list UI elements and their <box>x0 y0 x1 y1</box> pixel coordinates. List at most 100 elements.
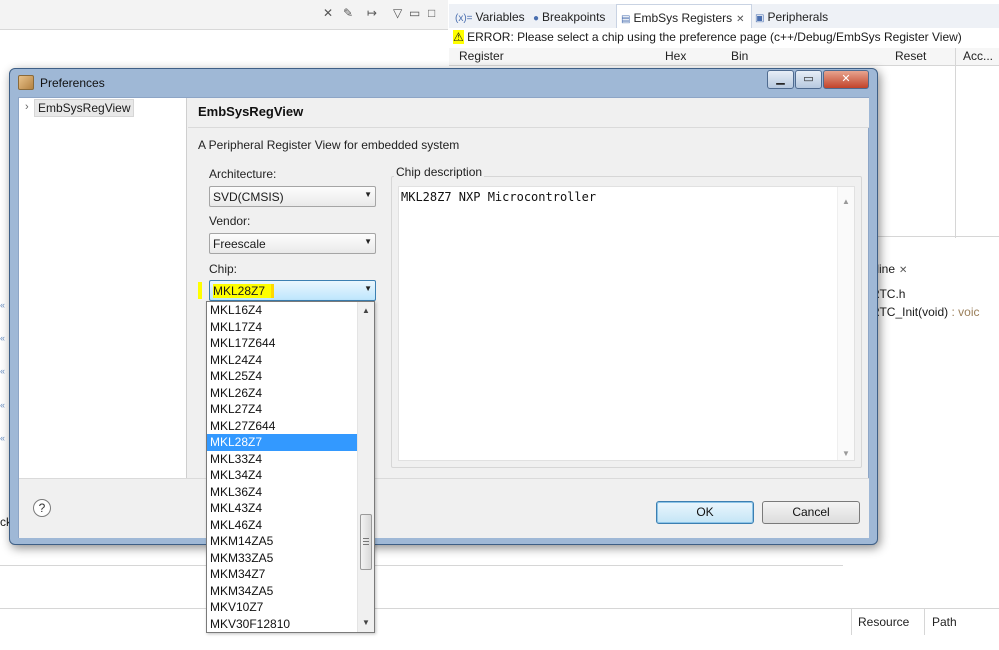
column-reset[interactable]: Reset <box>895 49 926 63</box>
chip-option[interactable]: MKV10Z7 <box>207 599 358 616</box>
close-button[interactable]: ✕ <box>823 70 869 89</box>
error-text: ERROR: Please select a chip using the pr… <box>467 30 962 44</box>
help-icon: ? <box>38 501 46 515</box>
chip-description-text-area[interactable]: MKL28Z7 NXP Microcontroller ▲ ▼ <box>398 186 855 461</box>
panel-divider <box>0 565 843 566</box>
scroll-up-icon[interactable]: ▲ <box>842 197 850 206</box>
breakpoints-icon: ● <box>533 13 540 24</box>
tab-variables[interactable]: (x)= Variables <box>451 4 531 30</box>
scroll-up-icon[interactable]: ▲ <box>362 306 370 315</box>
chip-option[interactable]: MKL27Z644 <box>207 418 358 435</box>
chip-option[interactable]: MKV30F12810 <box>207 616 358 633</box>
chip-option[interactable]: MKM33ZA5 <box>207 550 358 567</box>
architecture-select[interactable]: SVD(CMSIS) ▼ <box>209 186 376 207</box>
error-icon: ⚠ <box>453 30 464 44</box>
close-icon[interactable]: ✕ <box>899 265 907 276</box>
minimize-button[interactable]: ▁ <box>767 70 794 89</box>
collapse-icon[interactable]: ✕ <box>323 6 333 20</box>
column-path[interactable]: Path <box>932 615 957 629</box>
column-divider <box>924 609 925 635</box>
chip-option[interactable]: MKL17Z644 <box>207 335 358 352</box>
chip-description-text: MKL28Z7 NXP Microcontroller <box>401 190 597 204</box>
column-access[interactable]: Acc... <box>963 49 993 63</box>
chip-option[interactable]: MKL26Z4 <box>207 385 358 402</box>
dropdown-scrollbar[interactable]: ▲ ▼ <box>357 302 374 632</box>
grip-line <box>363 541 369 542</box>
dialog-title: Preferences <box>40 76 105 90</box>
cancel-button[interactable]: Cancel <box>762 501 860 524</box>
chip-option[interactable]: MKM14ZA5 <box>207 533 358 550</box>
chip-dropdown-list: MKL16Z4 MKL17Z4 MKL17Z644 MKL24Z4 MKL25Z4 MKL… <box>206 301 375 633</box>
column-divider <box>851 609 852 635</box>
chevron-down-icon: ▼ <box>364 237 372 246</box>
maximize-icon[interactable]: □ <box>428 6 435 20</box>
chip-option[interactable]: MKL27Z4 <box>207 401 358 418</box>
chip-option[interactable]: MKL34Z4 <box>207 467 358 484</box>
chip-option[interactable]: MKL46Z4 <box>207 517 358 534</box>
grip-line <box>363 544 369 545</box>
ok-button[interactable]: OK <box>656 501 754 524</box>
maximize-button[interactable]: ▭ <box>795 70 822 89</box>
highlight-marker <box>198 282 202 299</box>
column-hex[interactable]: Hex <box>665 49 686 63</box>
chip-select[interactable]: MKL28Z7 ▼ <box>209 280 376 301</box>
chip-option[interactable]: MKL33Z4 <box>207 451 358 468</box>
outline-item[interactable]: RTC_Init(void) : voic <box>871 305 979 319</box>
editor-toolbar: ✕ ✎ ↦ ▽ ▭ □ <box>0 0 448 30</box>
registers-icon: ▤ <box>621 14 631 25</box>
chevron-right-icon[interactable]: › <box>25 101 29 113</box>
description-scrollbar[interactable]: ▲ ▼ <box>837 187 854 460</box>
tab-outline[interactable]: tline ✕ <box>873 260 910 280</box>
table-grid-line <box>878 236 999 237</box>
close-icon: ✕ <box>841 73 851 85</box>
step-icon[interactable]: ↦ <box>367 6 377 20</box>
chip-option[interactable]: MKM34ZA5 <box>207 583 358 600</box>
chip-option[interactable]: MKL24Z4 <box>207 352 358 369</box>
dialog-titlebar[interactable]: Preferences ▁ ▭ ✕ <box>10 69 877 95</box>
grip-line <box>363 538 369 539</box>
scroll-down-icon[interactable]: ▼ <box>362 618 370 627</box>
dialog-button-bar: ? OK Cancel <box>19 478 869 538</box>
chip-description-label: Chip description <box>394 165 485 179</box>
variables-icon: (x)= <box>455 13 473 24</box>
skip-breakpoints-icon[interactable]: ✎ <box>343 6 353 20</box>
view-menu-icon[interactable]: ▽ <box>393 6 402 20</box>
chip-option[interactable]: MKM34Z7 <box>207 566 358 583</box>
page-title: EmbSysRegView <box>198 104 304 119</box>
chip-value: MKL28Z7 <box>213 284 275 298</box>
vendor-select[interactable]: Freescale ▼ <box>209 233 376 254</box>
scroll-thumb[interactable] <box>360 514 372 570</box>
chip-option[interactable]: MKL17Z4 <box>207 319 358 336</box>
outline-item-type: : voic <box>948 305 980 319</box>
chevron-down-icon: ▼ <box>364 284 372 293</box>
marker-icon: « <box>0 433 6 443</box>
chip-description-group: Chip description MKL28Z7 NXP Microcontro… <box>391 165 862 468</box>
column-register[interactable]: Register <box>459 49 504 63</box>
architecture-label: Architecture: <box>209 167 277 181</box>
chip-option[interactable]: MKL16Z4 <box>207 302 358 319</box>
tree-item-embsysregview[interactable]: EmbSysRegView <box>34 99 135 117</box>
tab-variables-label: Variables <box>475 10 525 24</box>
tab-breakpoints[interactable]: ● Breakpoints <box>529 4 611 30</box>
chip-option[interactable]: MKL28Z7 <box>207 434 358 451</box>
problems-table-header: Resource Path <box>0 608 999 635</box>
help-button[interactable]: ? <box>33 499 51 517</box>
preferences-icon <box>18 75 34 90</box>
chip-option[interactable]: MKL43Z4 <box>207 500 358 517</box>
tab-peripherals[interactable]: ▣ Peripherals <box>751 4 834 30</box>
outline-item-label: RTC_Init(void) <box>871 305 949 319</box>
tab-embsys-registers[interactable]: ▤ EmbSys Registers ✕ <box>616 4 752 30</box>
scroll-down-icon[interactable]: ▼ <box>842 449 850 458</box>
chip-option[interactable]: MKL25Z4 <box>207 368 358 385</box>
close-icon[interactable]: ✕ <box>736 14 744 25</box>
minimize-icon[interactable]: ▭ <box>409 6 420 20</box>
peripherals-icon: ▣ <box>755 13 765 24</box>
vendor-value: Freescale <box>213 237 266 251</box>
chip-option[interactable]: MKL36Z4 <box>207 484 358 501</box>
maximize-icon: ▭ <box>803 73 814 85</box>
tab-breakpoints-label: Breakpoints <box>542 10 606 24</box>
table-grid-line <box>955 48 956 238</box>
column-resource[interactable]: Resource <box>858 615 909 629</box>
tab-peripherals-label: Peripherals <box>767 10 829 24</box>
column-bin[interactable]: Bin <box>731 49 748 63</box>
